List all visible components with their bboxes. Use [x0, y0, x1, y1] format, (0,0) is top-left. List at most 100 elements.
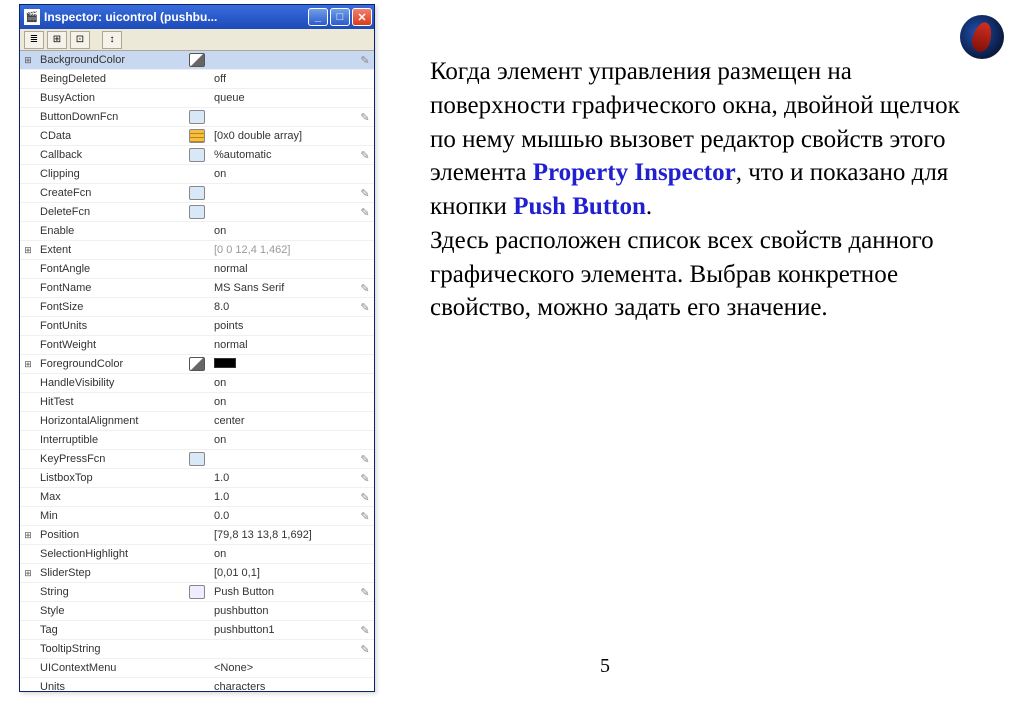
property-row[interactable]: DeleteFcn✎: [20, 203, 374, 222]
edit-icon[interactable]: ✎: [356, 472, 374, 485]
property-value[interactable]: center: [208, 415, 356, 427]
property-value[interactable]: [79,8 13 13,8 1,692]: [208, 529, 356, 541]
edit-icon[interactable]: ✎: [356, 187, 374, 200]
property-row[interactable]: Unitscharacters: [20, 678, 374, 691]
property-value[interactable]: on: [208, 548, 356, 560]
property-value[interactable]: MS Sans Serif: [208, 282, 356, 294]
expand-toggle[interactable]: ⊞: [20, 245, 36, 256]
property-value[interactable]: on: [208, 434, 356, 446]
property-value[interactable]: <None>: [208, 662, 356, 674]
toolbar-button-4[interactable]: ↕: [102, 31, 122, 49]
property-row[interactable]: ⊞ForegroundColor: [20, 355, 374, 374]
titlebar[interactable]: 🎬 Inspector: uicontrol (pushbu... _ □ ✕: [20, 5, 374, 29]
property-row[interactable]: UIContextMenu<None>: [20, 659, 374, 678]
property-row[interactable]: BeingDeletedoff: [20, 70, 374, 89]
edit-icon[interactable]: ✎: [356, 111, 374, 124]
property-row[interactable]: BusyActionqueue: [20, 89, 374, 108]
property-row[interactable]: Clippingon: [20, 165, 374, 184]
property-row[interactable]: StringPush Button✎: [20, 583, 374, 602]
property-row[interactable]: ButtonDownFcn✎: [20, 108, 374, 127]
edit-icon[interactable]: ✎: [356, 491, 374, 504]
property-value[interactable]: %automatic: [208, 149, 356, 161]
minimize-button[interactable]: _: [308, 8, 328, 26]
property-value[interactable]: 0.0: [208, 510, 356, 522]
property-value[interactable]: Push Button: [208, 586, 356, 598]
edit-icon[interactable]: ✎: [356, 510, 374, 523]
edit-icon[interactable]: ✎: [356, 282, 374, 295]
property-value[interactable]: points: [208, 320, 356, 332]
property-value[interactable]: pushbutton1: [208, 624, 356, 636]
expand-toggle[interactable]: ⊞: [20, 530, 36, 541]
close-button[interactable]: ✕: [352, 8, 372, 26]
property-row[interactable]: HandleVisibilityon: [20, 374, 374, 393]
edit-icon[interactable]: ✎: [356, 54, 374, 67]
edit-icon[interactable]: ✎: [356, 301, 374, 314]
property-value[interactable]: [0,01 0,1]: [208, 567, 356, 579]
property-row[interactable]: SelectionHighlighton: [20, 545, 374, 564]
property-value[interactable]: 8.0: [208, 301, 356, 313]
property-row[interactable]: CreateFcn✎: [20, 184, 374, 203]
property-row[interactable]: ⊞BackgroundColor✎: [20, 51, 374, 70]
property-row[interactable]: ListboxTop1.0✎: [20, 469, 374, 488]
property-value[interactable]: on: [208, 377, 356, 389]
edit-icon[interactable]: ✎: [356, 149, 374, 162]
property-row[interactable]: HitTeston: [20, 393, 374, 412]
swatch-icon[interactable]: [189, 53, 205, 67]
property-row[interactable]: Enableon: [20, 222, 374, 241]
property-value[interactable]: on: [208, 168, 356, 180]
property-row[interactable]: FontNameMS Sans Serif✎: [20, 279, 374, 298]
property-row[interactable]: ⊞Extent[0 0 12,4 1,462]: [20, 241, 374, 260]
property-row[interactable]: FontSize8.0✎: [20, 298, 374, 317]
property-name: ForegroundColor: [36, 358, 186, 370]
link-icon[interactable]: [189, 205, 205, 219]
toolbar-button-3[interactable]: ⊡: [70, 31, 90, 49]
edit-icon[interactable]: ✎: [356, 453, 374, 466]
property-value[interactable]: [208, 358, 356, 371]
link-icon[interactable]: [189, 186, 205, 200]
property-row[interactable]: CData[0x0 double array]: [20, 127, 374, 146]
property-list[interactable]: ⊞BackgroundColor✎BeingDeletedoffBusyActi…: [20, 51, 374, 691]
property-row[interactable]: Max1.0✎: [20, 488, 374, 507]
property-value[interactable]: characters: [208, 681, 356, 691]
grid-icon[interactable]: [189, 129, 205, 143]
property-row[interactable]: KeyPressFcn✎: [20, 450, 374, 469]
expand-toggle[interactable]: ⊞: [20, 359, 36, 370]
swatch-icon[interactable]: [189, 357, 205, 371]
edit-icon[interactable]: ✎: [356, 586, 374, 599]
property-value[interactable]: normal: [208, 263, 356, 275]
edit-icon[interactable]: ✎: [356, 643, 374, 656]
maximize-button[interactable]: □: [330, 8, 350, 26]
property-value[interactable]: on: [208, 396, 356, 408]
property-value[interactable]: off: [208, 73, 356, 85]
toolbar-button-1[interactable]: ≣: [24, 31, 44, 49]
property-value[interactable]: on: [208, 225, 356, 237]
expand-toggle[interactable]: ⊞: [20, 55, 36, 66]
property-row[interactable]: HorizontalAlignmentcenter: [20, 412, 374, 431]
toolbar-button-2[interactable]: ⊞: [47, 31, 67, 49]
property-row[interactable]: FontWeightnormal: [20, 336, 374, 355]
link-icon[interactable]: [189, 452, 205, 466]
property-row[interactable]: Callback%automatic✎: [20, 146, 374, 165]
property-value[interactable]: [0 0 12,4 1,462]: [208, 244, 356, 256]
doc-icon[interactable]: [189, 585, 205, 599]
property-row[interactable]: Tagpushbutton1✎: [20, 621, 374, 640]
link-icon[interactable]: [189, 110, 205, 124]
property-row[interactable]: Interruptibleon: [20, 431, 374, 450]
property-value[interactable]: [0x0 double array]: [208, 130, 356, 142]
property-row[interactable]: ⊞Position[79,8 13 13,8 1,692]: [20, 526, 374, 545]
property-row[interactable]: FontAnglenormal: [20, 260, 374, 279]
edit-icon[interactable]: ✎: [356, 624, 374, 637]
property-row[interactable]: ⊞SliderStep[0,01 0,1]: [20, 564, 374, 583]
property-row[interactable]: TooltipString✎: [20, 640, 374, 659]
property-row[interactable]: Min0.0✎: [20, 507, 374, 526]
property-value[interactable]: 1.0: [208, 491, 356, 503]
property-row[interactable]: Stylepushbutton: [20, 602, 374, 621]
property-row[interactable]: FontUnitspoints: [20, 317, 374, 336]
property-value[interactable]: pushbutton: [208, 605, 356, 617]
expand-toggle[interactable]: ⊞: [20, 568, 36, 579]
property-value[interactable]: 1.0: [208, 472, 356, 484]
property-value[interactable]: normal: [208, 339, 356, 351]
edit-icon[interactable]: ✎: [356, 206, 374, 219]
property-value[interactable]: queue: [208, 92, 356, 104]
link-icon[interactable]: [189, 148, 205, 162]
